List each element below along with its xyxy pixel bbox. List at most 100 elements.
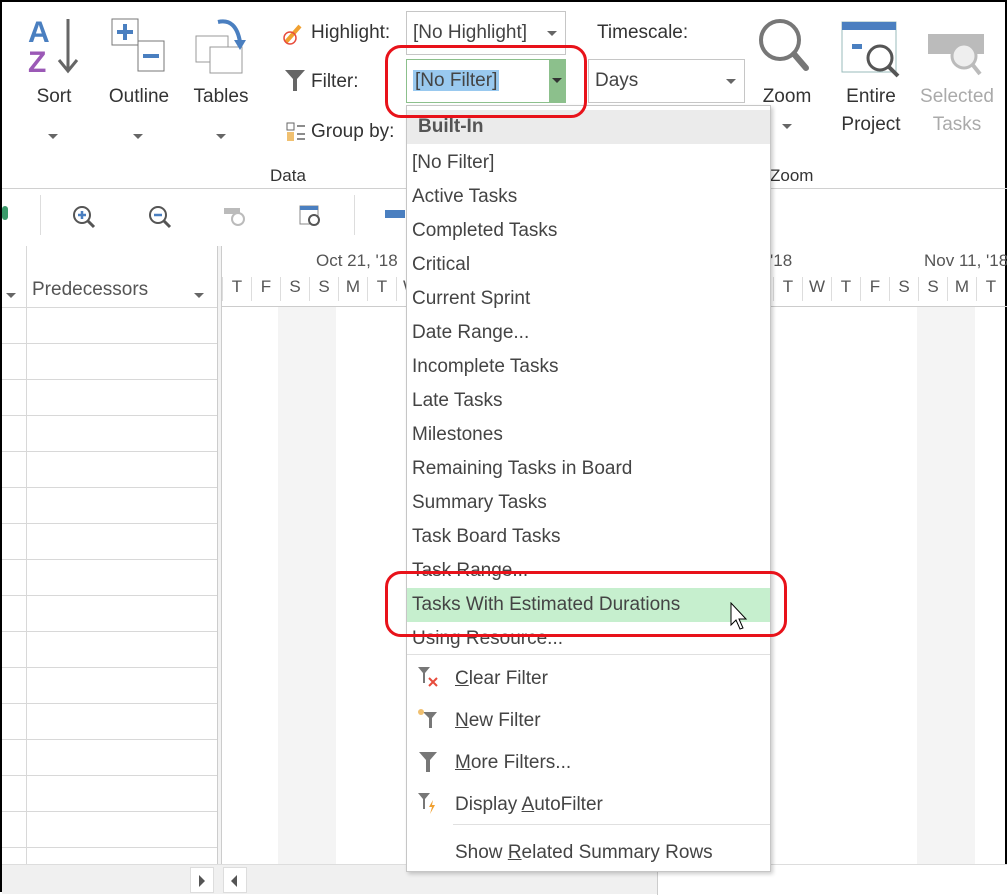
table-row[interactable]: [2, 775, 217, 776]
selected-tasks-button[interactable]: Selected Tasks: [914, 20, 1000, 140]
table-row[interactable]: [2, 667, 217, 668]
team-icon: [2, 206, 8, 220]
menu-item-clear-filter[interactable]: Clear Filter: [407, 660, 770, 700]
divider: [354, 195, 355, 235]
day-label: S: [889, 277, 918, 301]
tables-icon: [195, 19, 246, 74]
menu-item-summary-tasks[interactable]: Summary Tasks: [407, 486, 770, 520]
menu-item-current-sprint[interactable]: Current Sprint: [407, 282, 770, 316]
table-row[interactable]: [2, 523, 217, 524]
menu-item-remaining-tasks-in-board[interactable]: Remaining Tasks in Board: [407, 452, 770, 486]
entire-project-small-icon[interactable]: [299, 205, 323, 229]
outline-icon: [111, 18, 165, 72]
table-row[interactable]: [2, 415, 217, 416]
menu-item-critical[interactable]: Critical: [407, 248, 770, 282]
more-filters-icon: [419, 752, 437, 772]
day-label: T: [976, 277, 1005, 301]
day-label: S: [309, 277, 338, 301]
highlight-label: Highlight:: [311, 22, 391, 43]
group-by-icon: [286, 122, 305, 141]
column-header-predecessors[interactable]: Predecessors: [32, 279, 148, 301]
day-label: T: [831, 277, 860, 301]
week-label: '18: [770, 251, 793, 270]
day-label: W: [802, 277, 831, 301]
table-row[interactable]: [2, 631, 217, 632]
chevron-down-icon: [48, 134, 58, 139]
day-label: M: [947, 277, 976, 301]
table-row[interactable]: [2, 451, 217, 452]
divider: [407, 654, 770, 655]
highlight-icon: [283, 24, 302, 45]
menu-item-task-board-tasks[interactable]: Task Board Tasks: [407, 520, 770, 554]
zoom-out-icon[interactable]: [148, 205, 172, 229]
entire-project-label-1: Entire: [846, 86, 896, 107]
arrow-right-icon: [199, 875, 205, 887]
menu-item-date-range[interactable]: Date Range...: [407, 316, 770, 350]
day-label: F: [251, 277, 280, 301]
timescale-value: Days: [595, 70, 639, 91]
sort-button[interactable]: AZ Sort: [22, 14, 86, 139]
annotation-highlight-filter: [385, 45, 587, 118]
menu-item-incomplete-tasks[interactable]: Incomplete Tasks: [407, 350, 770, 384]
label-part: ore Filters...: [470, 752, 572, 773]
table-row[interactable]: [2, 307, 217, 308]
menu-item-show-related-summary-rows[interactable]: Show Related Summary Rows: [407, 834, 770, 874]
clear-filter-icon: [418, 667, 438, 687]
magnifier-icon: [759, 19, 809, 71]
chevron-down-icon: [547, 31, 557, 36]
table-row[interactable]: [2, 343, 217, 344]
group-label-data: Data: [270, 166, 306, 185]
menu-item-new-filter[interactable]: New Filter: [407, 702, 770, 742]
table-row[interactable]: [2, 595, 217, 596]
column-filter-icon[interactable]: [6, 293, 16, 298]
task-bar-icon[interactable]: [385, 210, 405, 218]
label-part: M: [455, 752, 471, 773]
entire-project-button[interactable]: Entire Project: [834, 20, 908, 140]
tables-button[interactable]: Tables: [188, 14, 254, 139]
sort-label: Sort: [36, 86, 72, 107]
menu-item-display-autofilter[interactable]: Display AutoFilter: [407, 786, 770, 826]
menu-item-milestones[interactable]: Milestones: [407, 418, 770, 452]
arrow-left-icon: [231, 875, 237, 887]
chevron-down-icon: [726, 79, 736, 84]
menu-item-active-tasks[interactable]: Active Tasks: [407, 180, 770, 214]
label-part: lear Filter: [468, 668, 548, 689]
menu-item-no-filter[interactable]: [No Filter]: [407, 146, 770, 180]
task-table: Predecessors: [2, 246, 217, 864]
chevron-down-icon: [133, 134, 143, 139]
table-row[interactable]: [2, 811, 217, 812]
entire-project-label-2: Project: [841, 114, 901, 135]
selected-tasks-label-2: Tasks: [932, 114, 982, 135]
timescale-label: Timescale:: [597, 22, 689, 43]
filter-label: Filter:: [311, 71, 359, 92]
menu-item-completed-tasks[interactable]: Completed Tasks: [407, 214, 770, 248]
label-part: R: [507, 842, 522, 863]
outline-button[interactable]: Outline: [102, 14, 176, 139]
divider: [453, 824, 770, 825]
day-label: T: [773, 277, 802, 301]
svg-text:Z: Z: [28, 46, 46, 76]
chevron-down-icon: [782, 124, 792, 129]
table-row[interactable]: [2, 847, 217, 848]
label-part: Display: [455, 794, 522, 815]
chevron-down-icon: [216, 134, 226, 139]
table-row[interactable]: [2, 379, 217, 380]
entire-project-icon: [841, 21, 900, 78]
table-row[interactable]: [2, 703, 217, 704]
zoom-selected-icon[interactable]: [224, 205, 248, 229]
scroll-right-button[interactable]: [190, 867, 214, 893]
divider: [26, 246, 27, 864]
label-part: A: [521, 794, 535, 815]
menu-item-more-filters[interactable]: More Filters...: [407, 744, 770, 784]
table-row[interactable]: [2, 487, 217, 488]
timescale-dropdown[interactable]: Days: [588, 59, 745, 103]
table-row[interactable]: [2, 739, 217, 740]
menu-item-late-tasks[interactable]: Late Tasks: [407, 384, 770, 418]
day-label: S: [280, 277, 309, 301]
group-by-label: Group by:: [311, 121, 395, 142]
column-filter-icon[interactable]: [194, 293, 204, 298]
label-part: ew Filter: [468, 710, 541, 731]
scroll-left-button[interactable]: [223, 867, 247, 893]
zoom-in-icon[interactable]: [72, 205, 96, 229]
table-row[interactable]: [2, 559, 217, 560]
